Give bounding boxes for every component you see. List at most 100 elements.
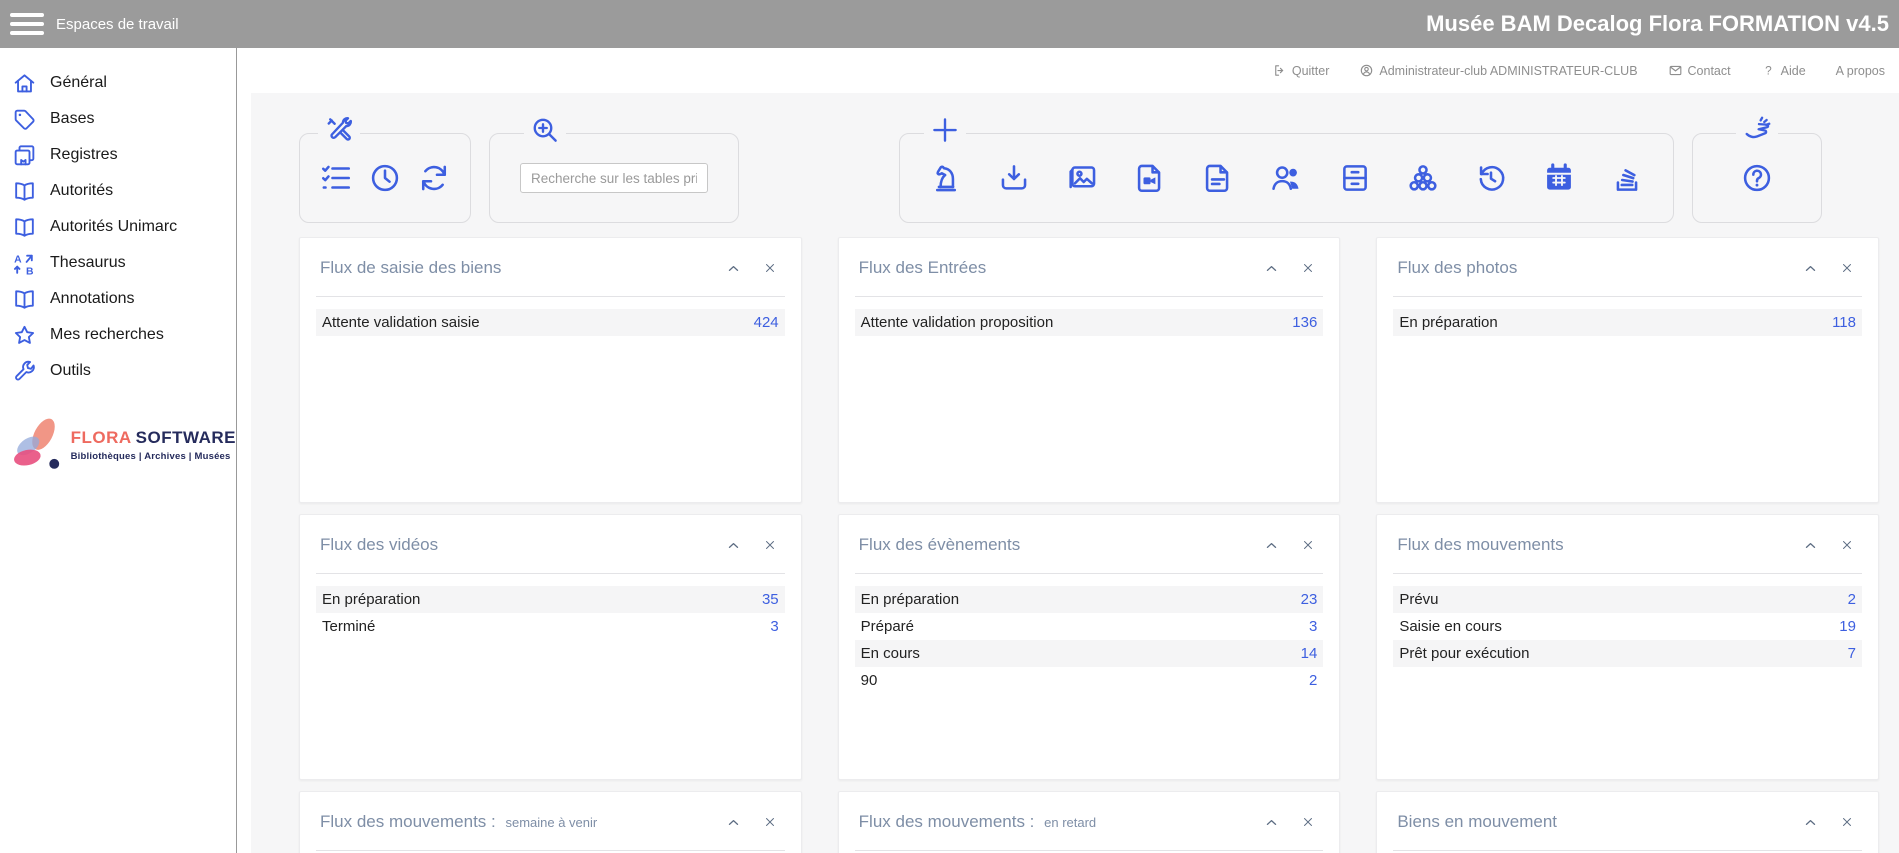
- card-divider: [855, 850, 1324, 851]
- download-button[interactable]: [997, 161, 1031, 195]
- flux-row-value[interactable]: 19: [1839, 618, 1856, 635]
- plus-legend-button[interactable]: [924, 115, 966, 145]
- collapse-card-button[interactable]: [1803, 538, 1818, 553]
- stack-button[interactable]: [1610, 161, 1644, 195]
- tools-legend-button[interactable]: [318, 115, 360, 145]
- close-card-button[interactable]: [763, 538, 777, 552]
- cabinet-button[interactable]: [1338, 161, 1372, 195]
- menu-item-aide[interactable]: ?Aide: [1761, 63, 1806, 78]
- flux-row-en-preparation[interactable]: En préparation 23: [855, 586, 1324, 613]
- main-search-input[interactable]: [520, 163, 708, 193]
- collapse-card-button[interactable]: [1264, 261, 1279, 276]
- sidebar-item-bases[interactable]: Bases: [0, 101, 236, 137]
- menu-item-a-propos[interactable]: A propos: [1836, 64, 1885, 78]
- close-card-button[interactable]: [1301, 261, 1315, 275]
- flux-row-saisie-en-cours[interactable]: Saisie en cours19: [1393, 613, 1862, 640]
- flux-row-value[interactable]: 118: [1832, 314, 1856, 331]
- menu-item-administrateur-club-administrateur-club[interactable]: Administrateur-club ADMINISTRATEUR-CLUB: [1359, 63, 1637, 78]
- flux-row-label: En préparation: [861, 591, 959, 608]
- close-card-button[interactable]: [763, 815, 777, 829]
- flux-row-attente-validation-saisie[interactable]: Attente validation saisie 424: [316, 309, 785, 336]
- cluster-button[interactable]: [1406, 161, 1440, 195]
- document-button[interactable]: [1201, 161, 1235, 195]
- refresh-button[interactable]: [417, 161, 451, 195]
- card-divider: [855, 573, 1324, 574]
- calendar-button[interactable]: [1542, 161, 1576, 195]
- collapse-card-button[interactable]: [726, 261, 741, 276]
- sidebar-item-outils[interactable]: Outils: [0, 353, 236, 389]
- flux-row-value[interactable]: 2: [1309, 672, 1317, 689]
- flux-row-en-cours[interactable]: En cours14: [855, 640, 1324, 667]
- workspace-label[interactable]: Espaces de travail: [56, 16, 179, 33]
- flux-row-attente-validation-proposition[interactable]: Attente validation proposition136: [855, 309, 1324, 336]
- close-card-button[interactable]: [1301, 538, 1315, 552]
- calendar-icon: [1542, 161, 1576, 195]
- video-file-icon: [1133, 161, 1167, 195]
- video-file-button[interactable]: [1133, 161, 1167, 195]
- card-biens-en-mouvement: Biens en mouvement: [1376, 791, 1879, 853]
- sidebar-item-autorites[interactable]: Autorités: [0, 173, 236, 209]
- flux-row-value[interactable]: 2: [1848, 591, 1856, 608]
- snap-fingers-legend-button[interactable]: [1736, 115, 1778, 145]
- flux-row-value[interactable]: 3: [770, 618, 778, 635]
- flux-row-90[interactable]: 902: [855, 667, 1324, 694]
- main-content: Flux de saisie des biensAttente validati…: [251, 93, 1899, 853]
- flux-row-en-preparation[interactable]: En préparation35: [316, 586, 785, 613]
- collapse-card-button[interactable]: [1264, 815, 1279, 830]
- card-divider: [316, 850, 785, 851]
- flux-row-label: Attente validation saisie: [322, 314, 480, 331]
- sidebar-item-thesaurus[interactable]: ABThesaurus: [0, 245, 236, 281]
- flux-row-value[interactable]: 7: [1848, 645, 1856, 662]
- flux-row-pret-pour-execution[interactable]: Prêt pour exécution7: [1393, 640, 1862, 667]
- menu-item-quitter[interactable]: Quitter: [1272, 63, 1330, 78]
- flux-row-value[interactable]: 35: [762, 591, 779, 608]
- menu-item-contact[interactable]: Contact: [1668, 63, 1731, 78]
- close-card-button[interactable]: [1840, 261, 1854, 275]
- question-circle-button[interactable]: [1740, 161, 1774, 195]
- chevron-up-icon: [1803, 538, 1818, 553]
- sidebar-item-annotations[interactable]: Annotations: [0, 281, 236, 317]
- flux-row-termine[interactable]: Terminé3: [316, 613, 785, 640]
- close-card-button[interactable]: [1840, 538, 1854, 552]
- card-header: Flux des vidéos: [300, 515, 801, 565]
- flux-row-value[interactable]: 3: [1309, 618, 1317, 635]
- close-card-button[interactable]: [1301, 815, 1315, 829]
- photos-button[interactable]: [1065, 161, 1099, 195]
- sidebar-item-mes-recherches[interactable]: Mes recherches: [0, 317, 236, 353]
- collapse-card-button[interactable]: [726, 815, 741, 830]
- collapse-card-button[interactable]: [1803, 261, 1818, 276]
- zoom-in-legend-button[interactable]: [524, 115, 566, 145]
- checklist-button[interactable]: [319, 161, 353, 195]
- clock-button[interactable]: [368, 161, 402, 195]
- close-card-button[interactable]: [1840, 815, 1854, 829]
- flux-row-value[interactable]: 23: [1301, 591, 1318, 608]
- sidebar-item-registres[interactable]: Registres: [0, 137, 236, 173]
- flux-row-value[interactable]: 136: [1292, 314, 1317, 331]
- users-icon: [1269, 161, 1303, 195]
- sidebar-item-general[interactable]: Général: [0, 65, 236, 101]
- sidebar-item-label: Bases: [50, 110, 94, 128]
- collapse-card-button[interactable]: [1803, 815, 1818, 830]
- flux-row-en-preparation[interactable]: En préparation118: [1393, 309, 1862, 336]
- chess-knight-button[interactable]: [929, 161, 963, 195]
- top-bar: Espaces de travail Musée BAM Decalog Flo…: [0, 0, 1899, 48]
- close-card-button[interactable]: [763, 261, 777, 275]
- card-title: Flux des Entrées: [859, 258, 987, 278]
- collapse-card-button[interactable]: [1264, 538, 1279, 553]
- logout-icon: [1272, 63, 1287, 78]
- sidebar-item-autorites-unimarc[interactable]: Autorités Unimarc: [0, 209, 236, 245]
- card-header: Flux des évènements: [839, 515, 1340, 565]
- users-button[interactable]: [1269, 161, 1303, 195]
- close-icon: [763, 538, 777, 552]
- chevron-up-icon: [1264, 538, 1279, 553]
- card-header: Flux des Entrées: [839, 238, 1340, 288]
- history-button[interactable]: [1474, 161, 1508, 195]
- hamburger-menu-icon[interactable]: [10, 13, 44, 36]
- flux-row-prevu[interactable]: Prévu 2: [1393, 586, 1862, 613]
- flux-row-value[interactable]: 424: [754, 314, 779, 331]
- card-title: Flux des photos: [1397, 258, 1517, 278]
- flux-row-prepare[interactable]: Préparé3: [855, 613, 1324, 640]
- flux-row-label: Prévu: [1399, 591, 1438, 608]
- collapse-card-button[interactable]: [726, 538, 741, 553]
- flux-row-value[interactable]: 14: [1301, 645, 1318, 662]
